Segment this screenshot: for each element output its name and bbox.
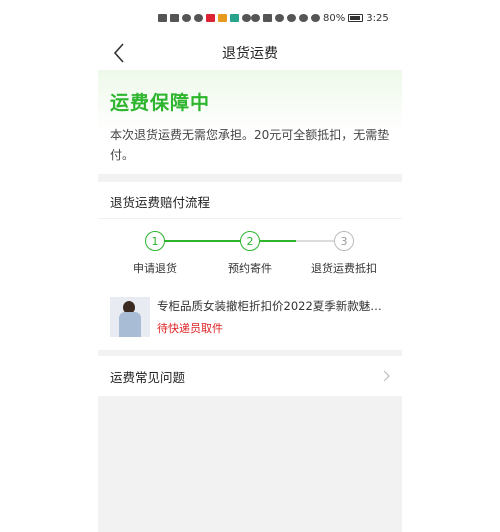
step-1-circle: 1: [145, 231, 165, 251]
product-thumbnail: [110, 297, 150, 337]
order-item[interactable]: 专柜品质女装撤柜折扣价2022夏季新款魅… 待快递员取件: [110, 297, 390, 337]
vibrate-icon: [275, 14, 284, 22]
divider: [98, 218, 402, 219]
guarantee-title: 运费保障中: [110, 92, 211, 114]
back-button[interactable]: [106, 40, 132, 66]
step-2-label: 预约寄件: [228, 262, 272, 275]
hd-icon: [158, 14, 167, 22]
faq-label: 运费常见问题: [110, 369, 186, 385]
step-3-label: 退货运费抵扣: [311, 262, 377, 275]
status-bar: 80% 3:25: [98, 0, 402, 36]
app-notification-icon: [230, 14, 239, 22]
nav-bar: 退货运费: [98, 36, 402, 70]
app-notification-icon: [194, 14, 203, 22]
app-notification-icon: [206, 14, 215, 22]
phone-screen: 80% 3:25 退货运费 运费保障中 本次退货运费无需您承担。20元可全额抵扣…: [98, 0, 402, 532]
guarantee-description: 本次退货运费无需您承担。20元可全额抵扣，无需垫付。: [110, 128, 390, 162]
page-title: 退货运费: [222, 46, 278, 62]
product-image-garment: [119, 312, 141, 337]
speed-icon: [311, 14, 320, 22]
order-status: 待快递员取件: [157, 322, 223, 335]
mute-icon: [287, 14, 296, 22]
guarantee-card: 运费保障中 本次退货运费无需您承担。20元可全额抵扣，无需垫付。: [98, 70, 402, 174]
order-info: 专柜品质女装撤柜折扣价2022夏季新款魅… 待快递员取件: [157, 297, 383, 337]
chevron-left-icon: [113, 43, 124, 63]
product-name: 专柜品质女装撤柜折扣价2022夏季新款魅…: [157, 299, 382, 313]
faq-row[interactable]: 运费常见问题: [98, 356, 402, 396]
status-icons-right: 80% 3:25: [251, 13, 389, 24]
alarm-icon: [299, 14, 308, 22]
eye-icon: [251, 14, 260, 22]
process-card: 退货运费赔付流程 1 2 3 申请退货 预约寄件 退货运费抵扣 专柜品质女装撤柜…: [98, 182, 402, 350]
battery-percent: 80%: [323, 12, 346, 24]
battery-icon: [348, 14, 364, 22]
process-title: 退货运费赔付流程: [110, 195, 211, 210]
chevron-right-icon: [383, 370, 390, 382]
step-2-circle: 2: [240, 231, 260, 251]
step-connector-done: [164, 240, 250, 242]
step-1-label: 申请退货: [133, 262, 177, 275]
step-3-circle: 3: [334, 231, 354, 251]
step-connector-pending: [296, 240, 334, 242]
status-icons-left: [158, 14, 251, 22]
process-steps: 1 2 3 申请退货 预约寄件 退货运费抵扣: [98, 230, 402, 280]
clock: 3:25: [366, 12, 389, 24]
step-connector-done: [260, 240, 296, 242]
shield-icon: [242, 14, 251, 22]
nfc-icon: [263, 14, 272, 22]
app-notification-icon: [218, 14, 227, 22]
wifi-icon: [182, 14, 191, 22]
signal-icon: [170, 14, 179, 22]
